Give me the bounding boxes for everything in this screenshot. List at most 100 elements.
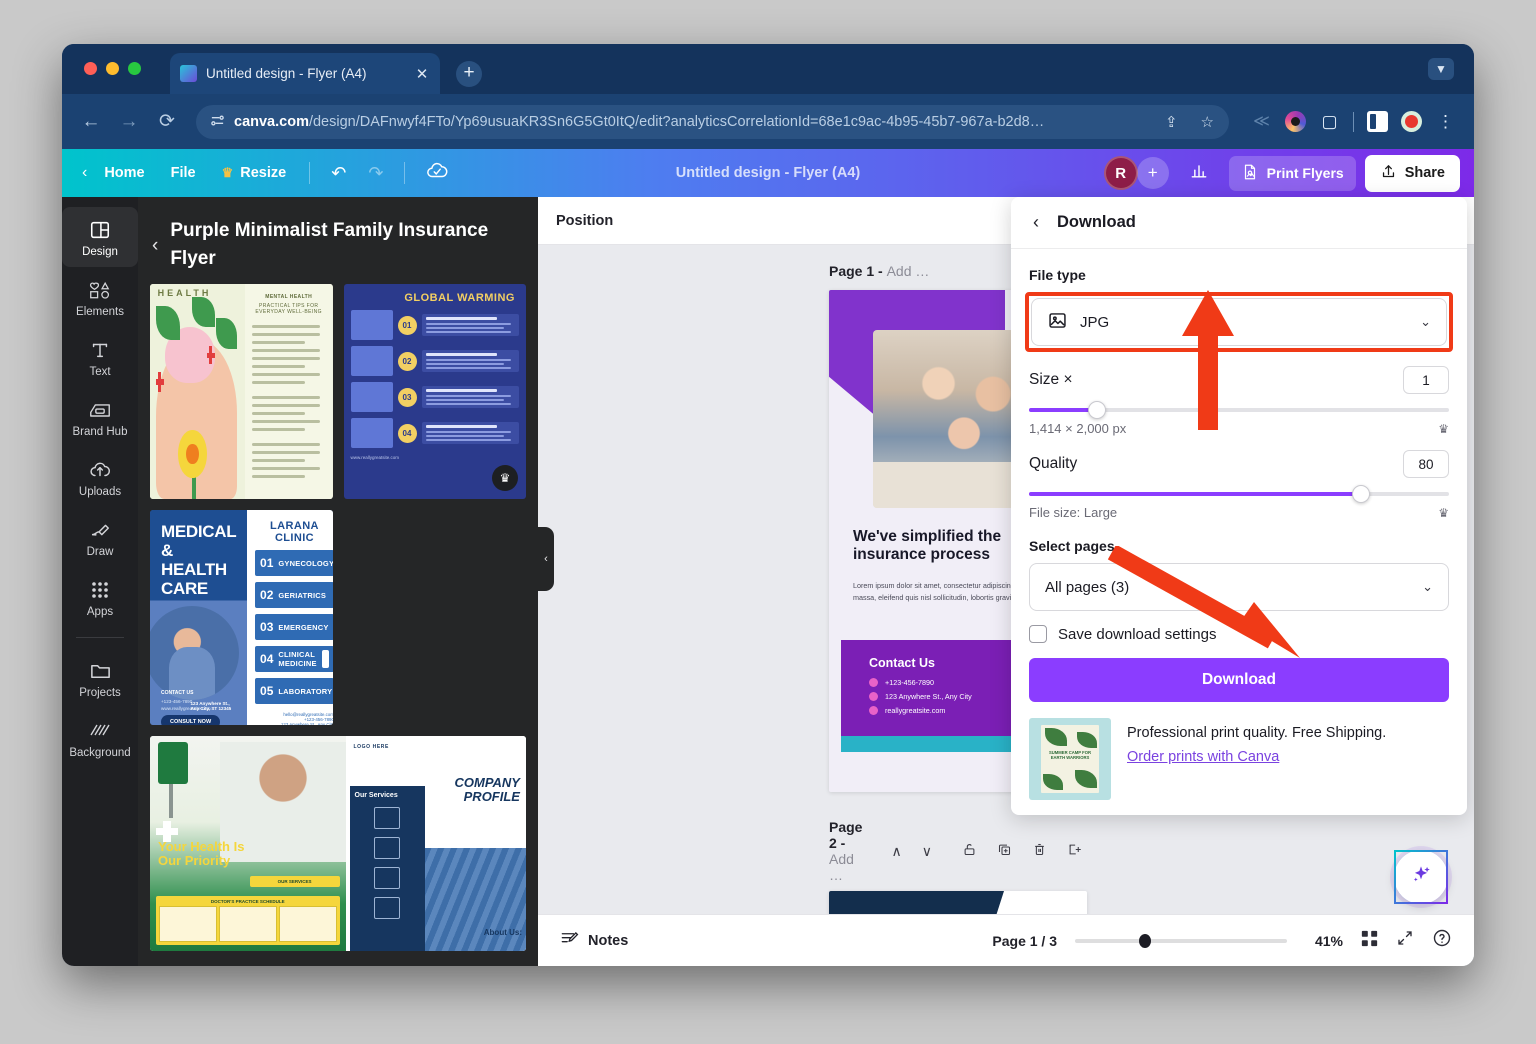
record-icon[interactable] <box>1401 111 1422 132</box>
move-page-down-icon[interactable]: ∨ <box>917 840 937 863</box>
sidebar-item-projects[interactable]: Projects <box>62 648 138 708</box>
expand-icon[interactable] <box>1062 839 1087 863</box>
sidebar-item-uploads[interactable]: Uploads <box>62 447 138 507</box>
size-value-input[interactable]: 1 <box>1403 366 1449 394</box>
template-card-global-warming[interactable]: GLOBAL WARMING 01 02 <box>344 284 527 499</box>
instagram-icon[interactable] <box>1285 111 1306 132</box>
extensions-puzzle-icon[interactable]: ▢ <box>1319 111 1340 132</box>
sidebar-item-elements[interactable]: Elements <box>62 267 138 327</box>
magic-studio-button[interactable] <box>1394 850 1448 904</box>
chrome-menu-icon[interactable]: ⋮ <box>1435 111 1456 132</box>
service-icon <box>374 837 400 859</box>
about-title: About Us: <box>484 928 522 937</box>
quality-slider-knob[interactable] <box>1352 485 1370 503</box>
position-button[interactable]: Position <box>556 213 613 229</box>
undo-icon[interactable]: ↶ <box>320 157 357 190</box>
page-2-add-title[interactable]: Add … <box>829 851 854 883</box>
fullscreen-icon[interactable] <box>1396 929 1414 952</box>
bookmark-star-icon[interactable]: ☆ <box>1194 113 1221 131</box>
templates-back-chevron-icon[interactable]: ‹ <box>152 217 158 257</box>
template-cta: CONSULT NOW <box>161 715 220 725</box>
template-card-your-health[interactable]: Your Health IsOur Priority OUR SERVICES … <box>150 736 526 951</box>
save-settings-checkbox[interactable] <box>1029 625 1047 643</box>
notes-button[interactable]: Notes <box>560 929 628 952</box>
sidebar-item-background[interactable]: Background <box>62 708 138 768</box>
site-settings-icon[interactable] <box>210 113 225 130</box>
templates-panel-title: Purple Minimalist Family Insurance Flyer <box>170 217 520 272</box>
tab-search-chevron-icon[interactable]: ▼ <box>1428 58 1454 80</box>
doctor-photo <box>150 606 239 700</box>
select-pages-dropdown[interactable]: All pages (3) ⌄ <box>1029 563 1449 611</box>
download-back-chevron-icon[interactable]: ‹ <box>1033 212 1039 233</box>
quality-slider-fill <box>1029 492 1365 496</box>
zoom-slider-knob[interactable] <box>1139 934 1151 948</box>
avatar[interactable]: R <box>1104 156 1138 190</box>
duplicate-icon[interactable] <box>992 839 1017 863</box>
file-size-row: File size: Large ♛ <box>1029 505 1449 520</box>
lock-icon[interactable] <box>957 839 982 863</box>
file-menu-button[interactable]: File <box>158 158 209 188</box>
reload-icon[interactable]: ⟳ <box>156 110 178 133</box>
services-panel: Our Services <box>350 786 426 951</box>
quality-slider[interactable] <box>1029 492 1449 496</box>
collapse-panel-handle[interactable]: ‹ <box>538 527 554 591</box>
chevron-down-icon[interactable]: ⌄ <box>1420 314 1431 330</box>
share-page-icon[interactable]: ⇪ <box>1158 113 1185 131</box>
quality-value-input[interactable]: 80 <box>1403 450 1449 478</box>
add-member-button[interactable]: + <box>1137 157 1169 189</box>
share-button[interactable]: Share <box>1365 155 1460 192</box>
back-chevron-icon[interactable]: ≪ <box>1251 111 1272 132</box>
dimensions-text: 1,414 × 2,000 px <box>1029 421 1126 436</box>
move-page-up-icon[interactable]: ∧ <box>887 840 907 863</box>
notes-label: Notes <box>588 933 628 949</box>
side-panel-icon[interactable] <box>1367 111 1388 132</box>
sidebar-item-text[interactable]: Text <box>62 327 138 387</box>
redo-icon[interactable]: ↷ <box>357 157 394 190</box>
sidebar-item-apps[interactable]: Apps <box>62 567 138 627</box>
template-item-text <box>422 350 520 372</box>
trash-icon[interactable] <box>1027 839 1052 863</box>
size-slider-knob[interactable] <box>1088 401 1106 419</box>
chevron-down-icon[interactable]: ⌄ <box>1422 579 1433 595</box>
globe-icon <box>869 706 878 715</box>
template-site: www.reallygreatsite.com <box>351 455 520 460</box>
home-button[interactable]: Home <box>91 158 157 188</box>
order-prints-link[interactable]: Order prints with Canva <box>1127 749 1279 765</box>
page-1-add-title[interactable]: Add … <box>887 263 930 279</box>
address-bar[interactable]: canva.com/design/DAFnwyf4FTo/Yp69usuaKR3… <box>196 105 1229 139</box>
leaf-shape <box>192 297 215 327</box>
browser-tab[interactable]: Untitled design - Flyer (A4) ✕ <box>170 53 440 94</box>
help-icon[interactable] <box>1432 928 1452 953</box>
quality-row: Quality 80 <box>1029 450 1449 478</box>
download-button[interactable]: Download <box>1029 658 1449 702</box>
size-slider[interactable] <box>1029 408 1449 412</box>
sidebar-item-design[interactable]: Design <box>62 207 138 267</box>
save-settings-row[interactable]: Save download settings <box>1029 625 1449 643</box>
page-1-label: Page 1 - Add … <box>829 263 929 279</box>
sidebar-item-brand-hub[interactable]: Brand Hub <box>62 387 138 447</box>
grid-view-icon[interactable] <box>1361 930 1378 952</box>
template-art: HEALTH <box>150 284 245 499</box>
forward-icon[interactable]: → <box>118 111 140 133</box>
window-traffic-lights[interactable] <box>84 62 141 75</box>
sidebar-item-draw[interactable]: Draw <box>62 507 138 567</box>
cloud-check-icon[interactable] <box>415 154 459 193</box>
folder-icon <box>89 659 112 682</box>
file-type-select[interactable]: JPG ⌄ <box>1031 298 1447 346</box>
maximize-window-button[interactable] <box>128 62 141 75</box>
toolbar-back-chevron-icon[interactable]: ‹ <box>82 164 91 182</box>
bar-chart-icon[interactable] <box>1178 155 1220 192</box>
close-tab-icon[interactable]: ✕ <box>414 65 430 83</box>
minimize-window-button[interactable] <box>106 62 119 75</box>
template-card-mental-health[interactable]: HEALTH MENTAL HEALTH PRACTICAL TIPS FOR … <box>150 284 333 499</box>
promo-thumb-title: SUMMER CAMP FOR EARTH WARRIORS <box>1047 750 1093 761</box>
resize-button[interactable]: ♛ Resize <box>209 158 300 188</box>
template-item-text <box>422 422 520 444</box>
print-flyers-button[interactable]: Print Flyers <box>1229 156 1356 191</box>
close-window-button[interactable] <box>84 62 97 75</box>
template-card-medical-health-care[interactable]: MEDICAL & HEALTH CARE CONSULT NOW Profes… <box>150 510 333 725</box>
zoom-slider[interactable] <box>1075 939 1287 943</box>
new-tab-button[interactable]: + <box>456 61 482 87</box>
back-icon[interactable]: ← <box>80 111 102 133</box>
templates-panel-header: ‹ Purple Minimalist Family Insurance Fly… <box>138 197 538 284</box>
